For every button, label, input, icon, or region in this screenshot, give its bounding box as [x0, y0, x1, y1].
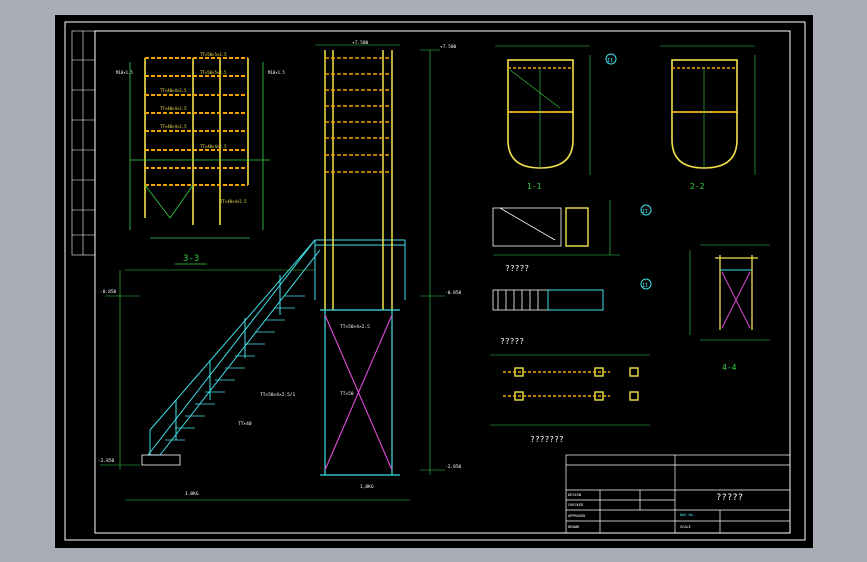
svg-text:TT×50: TT×50	[340, 391, 354, 397]
cad-drawing-canvas: TT×50×5×2.5 TT×50×5×2.5 TT×40×4×2.5 TT×4…	[0, 0, 867, 562]
circle-tag-3: II	[642, 283, 648, 289]
tower-top-elev: +7.500	[352, 40, 369, 46]
plan-a-label: ?????	[505, 264, 529, 273]
svg-text:TT×40×4×2.5: TT×40×4×2.5	[220, 199, 247, 204]
svg-text:DWG No.: DWG No.	[680, 513, 695, 517]
tower-mid-elev: -0.850	[445, 290, 462, 296]
svg-text:TT×40×4×2.5: TT×40×4×2.5	[160, 106, 187, 111]
svg-text:TT×40: TT×40	[238, 421, 252, 427]
svg-text:DESIGN: DESIGN	[568, 493, 581, 497]
svg-text:TT×40×4×2.5: TT×40×4×2.5	[160, 88, 187, 93]
drawing-sheet	[55, 15, 813, 548]
section-4-4-title: 4-4	[722, 363, 737, 372]
svg-text:TT×40×4×2.5: TT×40×4×2.5	[160, 124, 187, 129]
svg-text:1,0KG: 1,0KG	[360, 484, 374, 490]
elev-mid-left: -0.850	[100, 289, 117, 295]
section-2-2-title: 2-2	[690, 182, 705, 191]
svg-text:DRAWN: DRAWN	[568, 525, 579, 529]
section-1-1-title: 1-1	[527, 182, 542, 191]
circle-tag-2: II	[642, 209, 648, 215]
svg-text:TT×40×4×2.5: TT×40×4×2.5	[200, 144, 227, 149]
svg-text:TT×50×4×2.5: TT×50×4×2.5	[340, 324, 370, 330]
circle-tag-1: II	[607, 58, 613, 64]
plan-b-label: ?????	[500, 337, 524, 346]
svg-text:TT×50×5×2.5: TT×50×5×2.5	[200, 70, 227, 75]
title-block-title: ?????	[716, 493, 743, 503]
tower-bottom-elev: -2.850	[445, 464, 462, 470]
svg-text:TT×50×4×2.5/1: TT×50×4×2.5/1	[260, 392, 296, 398]
svg-text:M18×1.5: M18×1.5	[268, 70, 285, 75]
svg-text:CHECKED: CHECKED	[568, 503, 583, 507]
plan-c-label: ???????	[530, 435, 564, 444]
svg-text:1.0KG: 1.0KG	[185, 491, 199, 497]
svg-text:M18×1.5: M18×1.5	[116, 70, 133, 75]
svg-text:TT×50×5×2.5: TT×50×5×2.5	[200, 52, 227, 57]
elev-bottom-left: -2.850	[98, 458, 115, 464]
section-3-3-title: 3-3	[183, 254, 199, 264]
tower-top-elev-right: +7.500	[440, 44, 457, 50]
svg-text:SCALE: SCALE	[680, 525, 691, 529]
svg-text:APPROVED: APPROVED	[568, 514, 585, 518]
